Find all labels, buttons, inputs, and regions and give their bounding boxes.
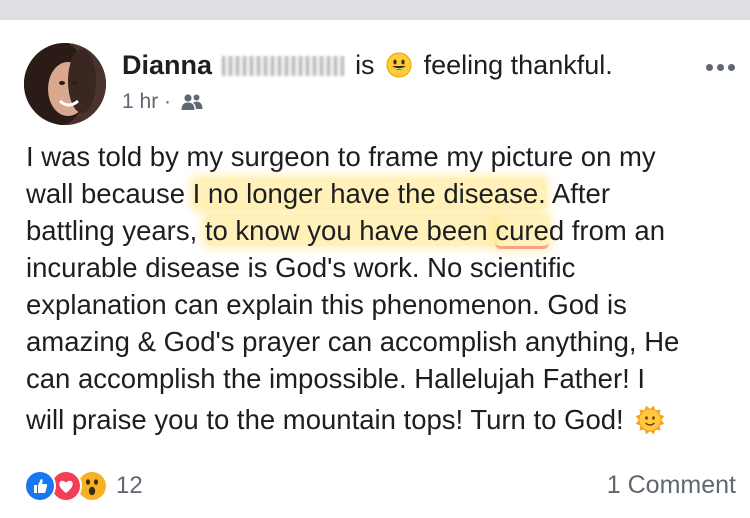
post-body-line: wall because I no longer have the diseas… [26, 175, 741, 212]
post-body-line: I was told by my surgeon to frame my pic… [26, 138, 741, 175]
post-body-line: battling years, to know you have been cu… [26, 212, 741, 249]
like-icon [24, 470, 56, 502]
avatar-photo [24, 43, 106, 125]
post-header: Dianna is feeling thankful. [122, 48, 613, 82]
action-prefix: is [355, 50, 375, 80]
post-body-line: can accomplish the impossible. Halleluja… [26, 360, 741, 397]
post-meta: 1 hr · [122, 90, 203, 114]
post-body-line: amazing & God's prayer can accomplish an… [26, 323, 741, 360]
more-options-dot [717, 64, 724, 71]
post-body-line: explanation can explain this phenomenon.… [26, 286, 741, 323]
more-options-dot [728, 64, 735, 71]
body-text-segment: amazing & God's prayer can accomplish an… [26, 326, 680, 357]
friends-icon[interactable] [181, 93, 203, 111]
highlighted-text-segment: cure [495, 215, 549, 249]
author-name[interactable]: Dianna [122, 50, 212, 80]
more-options-button[interactable] [700, 54, 740, 78]
body-text-segment: will praise you to the mountain tops! Tu… [26, 404, 624, 435]
body-text-segment: wall because [26, 178, 193, 209]
timestamp[interactable]: 1 hr [122, 90, 158, 113]
smiling-face-icon [386, 52, 412, 78]
highlighted-text-segment: to know you have been [204, 215, 496, 246]
body-text-segment: explanation can explain this phenomenon.… [26, 289, 627, 320]
avatar[interactable] [24, 43, 106, 125]
activity-text[interactable]: feeling thankful. [424, 50, 613, 80]
sun-icon [635, 405, 665, 435]
feed-separator [0, 0, 750, 20]
body-text-segment: can accomplish the impossible. Halleluja… [26, 363, 646, 394]
body-text-segment: incurable disease is God's work. No scie… [26, 252, 576, 283]
meta-separator: · [164, 90, 172, 113]
post-card: Dianna is feeling thankful. 1 hr · I was… [0, 20, 750, 518]
post-body-line: will praise you to the mountain tops! Tu… [26, 401, 741, 438]
body-text-segment: battling years, [26, 215, 205, 246]
post-body-line: incurable disease is God's work. No scie… [26, 249, 741, 286]
post-body: I was told by my surgeon to frame my pic… [26, 138, 741, 438]
body-text-segment: After [545, 178, 610, 209]
more-options-icon [706, 64, 713, 71]
body-text-segment: I was told by my surgeon to frame my pic… [26, 141, 656, 172]
comments-count-link[interactable]: 1 Comment [607, 471, 736, 500]
reaction-count: 12 [116, 472, 143, 499]
body-text-segment: d from an [548, 215, 666, 246]
reactions-summary[interactable]: 12 [24, 470, 143, 502]
highlighted-text-segment: I no longer have the disease. [192, 178, 546, 209]
redacted-surname [221, 56, 344, 76]
